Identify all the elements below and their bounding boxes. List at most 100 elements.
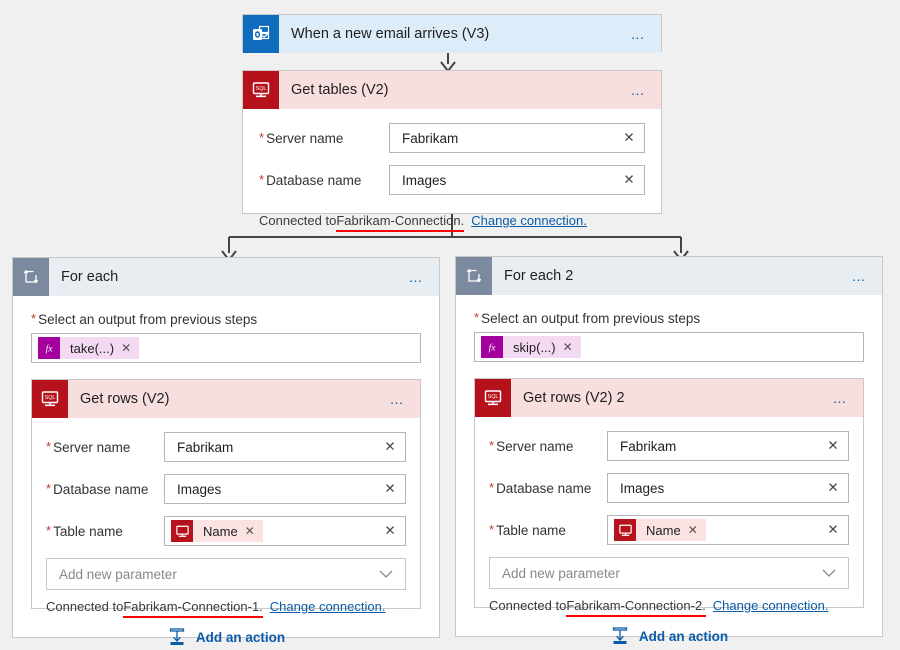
chevron-down-icon bbox=[822, 569, 836, 578]
required-asterisk: * bbox=[46, 440, 51, 454]
for-each-2-title: For each 2 bbox=[492, 268, 852, 284]
field-row-server-name: * Server name Fabrikam ✕ bbox=[46, 432, 406, 462]
for-each-2-header[interactable]: For each 2 … bbox=[456, 257, 882, 295]
sql-server-icon: SQL bbox=[32, 380, 68, 418]
required-asterisk: * bbox=[474, 311, 479, 325]
clear-icon[interactable]: ✕ bbox=[375, 523, 405, 539]
expression-token[interactable]: fx skip(...) ✕ bbox=[481, 336, 581, 358]
sql-server-icon: SQL bbox=[475, 379, 511, 417]
get-rows-title: Get rows (V2) bbox=[68, 391, 390, 407]
field-row-database-name: * Database name Images ✕ bbox=[46, 474, 406, 504]
for-each-2-body: * Select an output from previous steps f… bbox=[456, 311, 882, 646]
remove-token-icon[interactable]: ✕ bbox=[563, 340, 581, 354]
svg-text:fx: fx bbox=[46, 344, 54, 355]
table-name-token-label: Name bbox=[193, 524, 245, 539]
chevron-down-icon bbox=[379, 570, 393, 579]
server-name-input[interactable]: Fabrikam ✕ bbox=[164, 432, 406, 462]
trigger-card[interactable]: When a new email arrives (V3) … bbox=[242, 14, 662, 52]
remove-token-icon[interactable]: ✕ bbox=[245, 524, 263, 538]
table-name-token-label: Name bbox=[636, 523, 688, 538]
change-connection-link[interactable]: Change connection. bbox=[471, 213, 587, 228]
server-name-input[interactable]: Fabrikam ✕ bbox=[607, 431, 849, 461]
get-rows-header[interactable]: SQL Get rows (V2) … bbox=[32, 380, 420, 418]
add-an-action-button[interactable]: Add an action bbox=[31, 627, 421, 647]
for-each-header[interactable]: For each … bbox=[13, 258, 439, 296]
table-name-input[interactable]: Name ✕ ✕ bbox=[607, 515, 849, 545]
output-selector-input[interactable]: fx skip(...) ✕ bbox=[474, 332, 864, 362]
trigger-menu-button[interactable]: … bbox=[631, 29, 662, 39]
for-each-title: For each bbox=[49, 269, 409, 285]
loop-icon bbox=[13, 258, 49, 296]
get-rows-card: SQL Get rows (V2) … * Server name bbox=[31, 379, 421, 609]
output-selector-input[interactable]: fx take(...) ✕ bbox=[31, 333, 421, 363]
connection-name: Fabrikam-Connection. bbox=[336, 213, 464, 228]
get-rows-2-body: * Server name Fabrikam ✕ * Database name bbox=[475, 431, 863, 623]
add-an-action-button[interactable]: Add an action bbox=[474, 626, 864, 646]
remove-token-icon[interactable]: ✕ bbox=[121, 341, 139, 355]
required-asterisk: * bbox=[489, 439, 494, 453]
clear-icon[interactable]: ✕ bbox=[818, 522, 848, 538]
field-label-server-name: * Server name bbox=[259, 131, 389, 146]
connection-status: Connected to Fabrikam-Connection. Change… bbox=[259, 207, 645, 238]
get-tables-header[interactable]: SQL Get tables (V2) … bbox=[243, 71, 661, 109]
get-tables-menu-button[interactable]: … bbox=[631, 85, 662, 95]
trigger-title: When a new email arrives (V3) bbox=[279, 26, 631, 42]
expression-token[interactable]: fx take(...) ✕ bbox=[38, 337, 139, 359]
get-rows-menu-button[interactable]: … bbox=[390, 394, 421, 404]
loop-icon bbox=[456, 257, 492, 295]
table-name-token[interactable]: Name ✕ bbox=[171, 520, 263, 542]
expression-token-label: skip(...) bbox=[503, 340, 563, 355]
field-label-database-name: * Database name bbox=[46, 482, 164, 497]
field-label-database-name: * Database name bbox=[259, 173, 389, 188]
clear-icon[interactable]: ✕ bbox=[375, 481, 405, 497]
connection-status: Connected to Fabrikam-Connection-1. Chan… bbox=[46, 590, 406, 624]
for-each-card: For each … * Select an output from previ… bbox=[12, 257, 440, 638]
get-rows-body: * Server name Fabrikam ✕ * Database name bbox=[32, 432, 420, 624]
fx-icon: fx bbox=[38, 337, 60, 359]
connection-name: Fabrikam-Connection-2. bbox=[566, 598, 705, 613]
outlook-icon bbox=[243, 15, 279, 53]
sql-server-icon bbox=[614, 519, 636, 541]
clear-icon[interactable]: ✕ bbox=[375, 439, 405, 455]
field-row-database-name: * Database name Images ✕ bbox=[259, 165, 645, 195]
add-new-parameter-dropdown[interactable]: Add new parameter bbox=[46, 558, 406, 590]
clear-icon[interactable]: ✕ bbox=[614, 172, 644, 188]
trigger-card-header[interactable]: When a new email arrives (V3) … bbox=[243, 15, 661, 53]
add-new-parameter-label: Add new parameter bbox=[59, 567, 177, 582]
table-name-token[interactable]: Name ✕ bbox=[614, 519, 706, 541]
for-each-menu-button[interactable]: … bbox=[409, 272, 440, 282]
database-name-input[interactable]: Images ✕ bbox=[164, 474, 406, 504]
output-selector-label: * Select an output from previous steps bbox=[474, 311, 864, 326]
clear-icon[interactable]: ✕ bbox=[614, 130, 644, 146]
required-asterisk: * bbox=[489, 481, 494, 495]
get-tables-body: * Server name Fabrikam ✕ * Database name… bbox=[243, 123, 661, 238]
server-name-input[interactable]: Fabrikam ✕ bbox=[389, 123, 645, 153]
field-row-table-name: * Table name bbox=[46, 516, 406, 546]
add-an-action-label: Add an action bbox=[639, 629, 728, 644]
sql-server-icon: SQL bbox=[243, 71, 279, 109]
change-connection-link[interactable]: Change connection. bbox=[713, 598, 829, 613]
database-name-input[interactable]: Images ✕ bbox=[389, 165, 645, 195]
get-rows-2-header[interactable]: SQL Get rows (V2) 2 … bbox=[475, 379, 863, 417]
required-asterisk: * bbox=[46, 482, 51, 496]
svg-text:SQL: SQL bbox=[488, 394, 499, 400]
clear-icon[interactable]: ✕ bbox=[818, 480, 848, 496]
for-each-body: * Select an output from previous steps f… bbox=[13, 312, 439, 647]
change-connection-link[interactable]: Change connection. bbox=[270, 599, 386, 614]
remove-token-icon[interactable]: ✕ bbox=[688, 523, 706, 537]
clear-icon[interactable]: ✕ bbox=[818, 438, 848, 454]
for-each-2-menu-button[interactable]: … bbox=[852, 271, 883, 281]
connection-name: Fabrikam-Connection-1. bbox=[123, 599, 262, 614]
add-new-parameter-dropdown[interactable]: Add new parameter bbox=[489, 557, 849, 589]
required-asterisk: * bbox=[46, 524, 51, 538]
database-name-input[interactable]: Images ✕ bbox=[607, 473, 849, 503]
field-label-table-name: * Table name bbox=[489, 523, 607, 538]
add-new-parameter-label: Add new parameter bbox=[502, 566, 620, 581]
add-an-action-label: Add an action bbox=[196, 630, 285, 645]
table-name-input[interactable]: Name ✕ ✕ bbox=[164, 516, 406, 546]
svg-text:SQL: SQL bbox=[256, 86, 267, 92]
field-label-server-name: * Server name bbox=[489, 439, 607, 454]
required-asterisk: * bbox=[489, 523, 494, 537]
get-rows-2-menu-button[interactable]: … bbox=[833, 393, 864, 403]
svg-text:fx: fx bbox=[489, 343, 497, 354]
